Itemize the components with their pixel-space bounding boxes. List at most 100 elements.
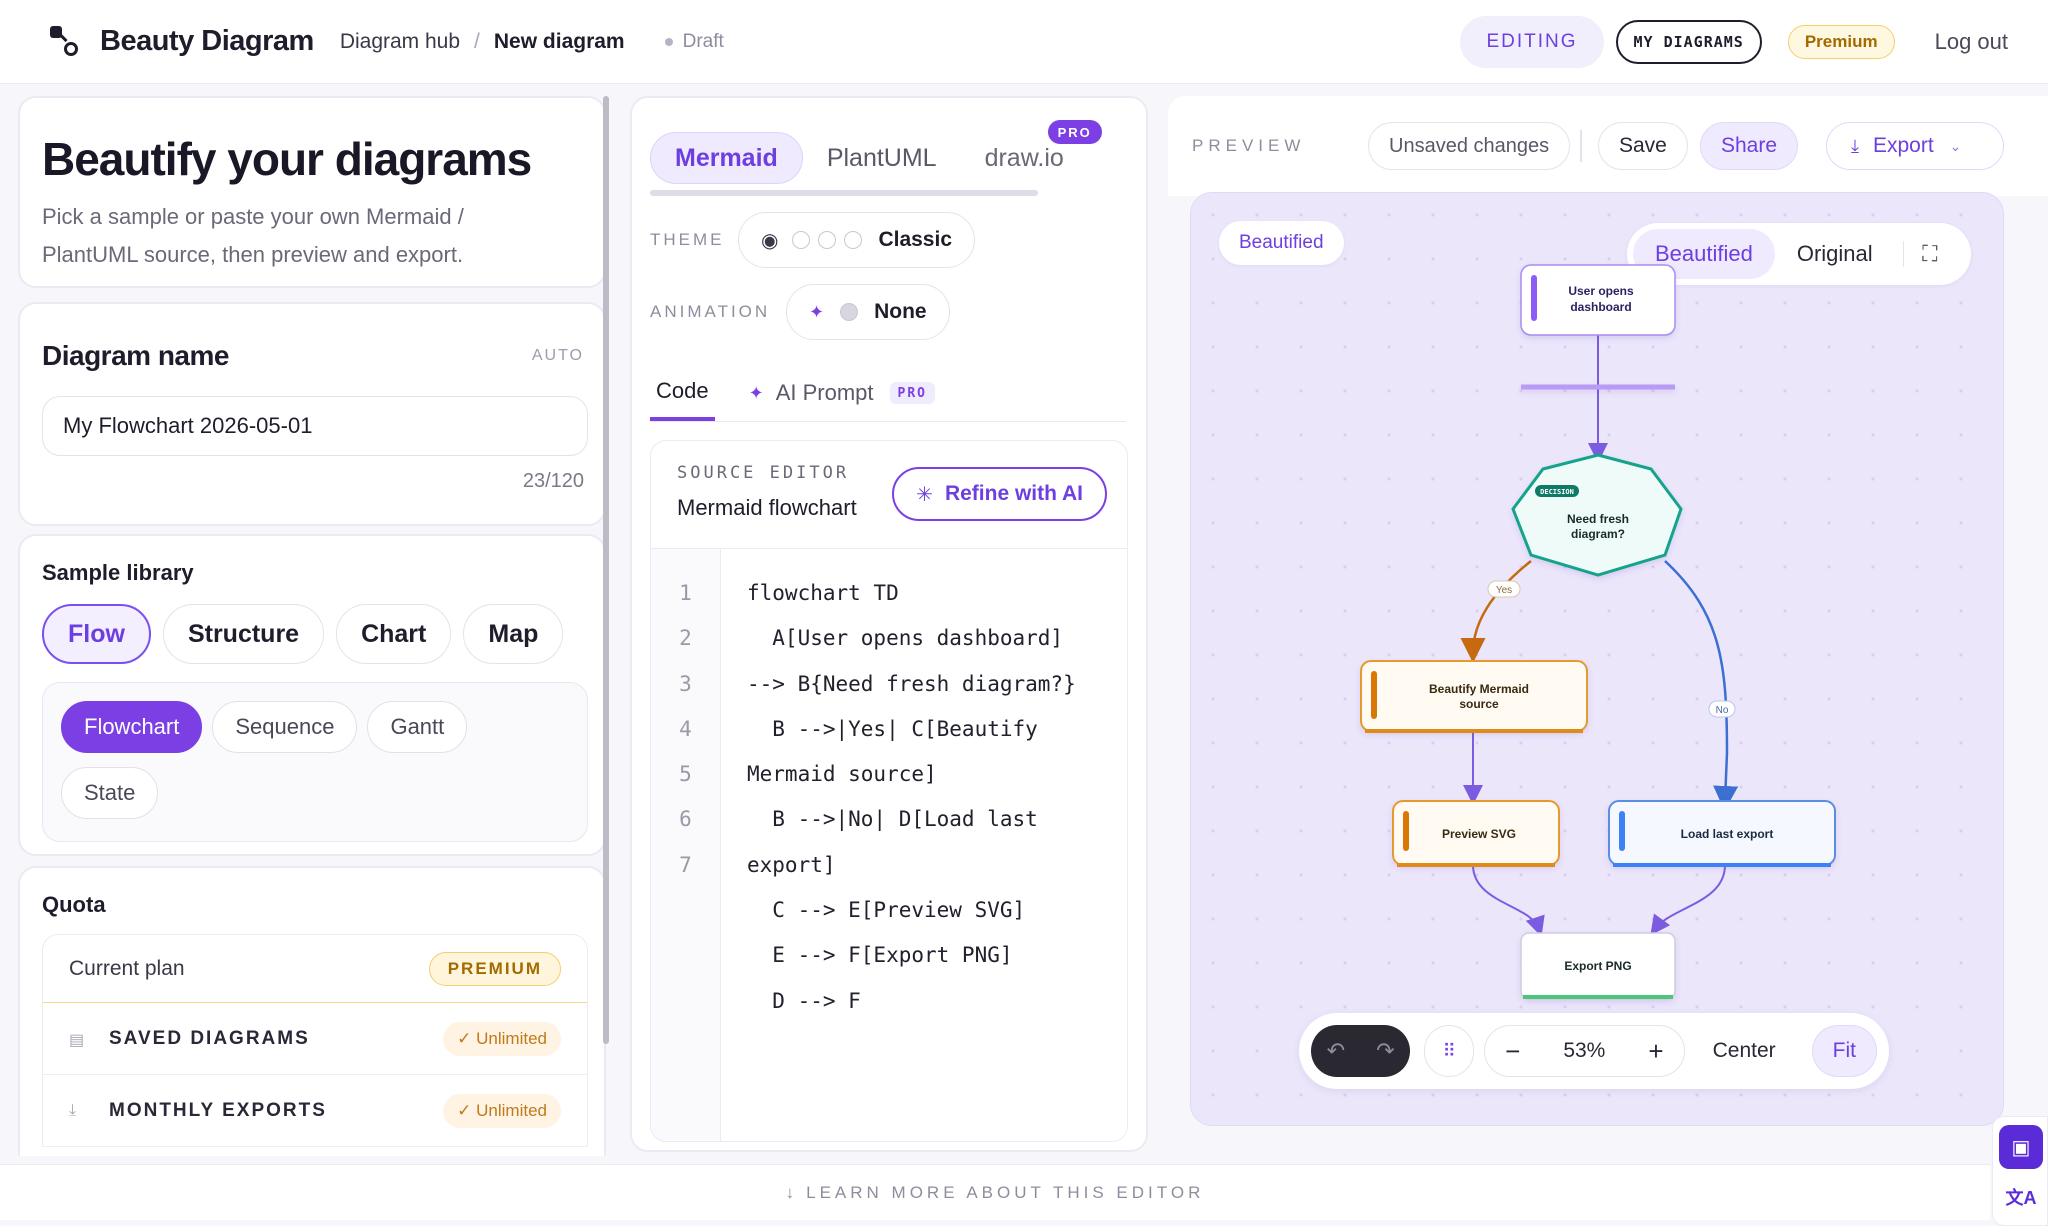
quota-row: ▤ SAVED DIAGRAMS ✓ Unlimited (43, 1003, 587, 1075)
save-button[interactable]: Save (1598, 122, 1688, 170)
breadcrumb-current: New diagram (493, 29, 625, 53)
line-number: 7 (679, 852, 692, 877)
code-line: --> B{Need fresh diagram?} (747, 671, 1076, 696)
page-description: Pick a sample or paste your own Mermaid … (42, 204, 464, 267)
sparkle-icon: ✦ (748, 382, 764, 403)
palette-icon: ◉ (761, 229, 779, 252)
fit-button[interactable]: Fit (1811, 1025, 1877, 1077)
sparkle-icon: ✦ (809, 301, 825, 322)
edge-label-yes: Yes (1496, 585, 1512, 596)
share-button[interactable]: Share (1700, 122, 1799, 170)
quota-row: ⤓ MONTHLY EXPORTS ✓ Unlimited (43, 1075, 587, 1147)
zoom-out-icon[interactable]: − (1505, 1036, 1520, 1067)
category-flow[interactable]: Flow (42, 604, 151, 664)
preview-canvas[interactable]: Beautified Beautified Original ⛶ Yes No (1190, 192, 2004, 1126)
intro-card: Beautify your diagrams Pick a sample or … (18, 96, 606, 288)
feedback-icon[interactable]: ▣ (1999, 1125, 2043, 1169)
node-b-line: Need fresh (1567, 512, 1629, 526)
tab-drawio[interactable]: draw.io PRO (961, 120, 1102, 184)
code-line: A[User opens dashboard] (747, 626, 1064, 651)
line-number: 5 (679, 762, 692, 787)
sample-state[interactable]: State (61, 767, 159, 819)
tab-ai-prompt[interactable]: ✦ AI Prompt PRO (743, 365, 941, 421)
animation-selector[interactable]: ✦ None (786, 284, 950, 340)
logo-icon (48, 24, 84, 60)
auto-label: AUTO (531, 347, 584, 364)
swatch-icon (844, 231, 863, 249)
code-line: export] (747, 852, 836, 877)
app-name[interactable]: Beauty Diagram (100, 25, 314, 58)
top-header: Beauty Diagram Diagram hub / New diagram… (0, 0, 2048, 84)
node-beautify-mermaid-source (1360, 660, 1588, 732)
export-button[interactable]: ⤓ Export ⌄ (1826, 122, 2004, 170)
document-icon: ▤ (69, 1031, 85, 1049)
edge-d-f (1650, 864, 1726, 936)
source-editor-kicker: SOURCE EDITOR (677, 463, 850, 483)
character-counter: 23/120 (522, 470, 584, 492)
breadcrumb-diagram-hub[interactable]: Diagram hub (340, 30, 460, 54)
quota-label: MONTHLY EXPORTS (109, 1099, 327, 1121)
current-plan-label: Current plan (69, 956, 185, 980)
swatch-icon (792, 231, 811, 249)
translate-icon[interactable]: 文A (1999, 1177, 2043, 1217)
preview-toolbar: PREVIEW Unsaved changes Save Share ⤓ Expo… (1168, 96, 2048, 196)
premium-badge: Premium (1787, 24, 1895, 59)
sample-gantt[interactable]: Gantt (367, 701, 468, 753)
learn-more-label: LEARN MORE ABOUT THIS EDITOR (806, 1182, 1205, 1202)
category-map[interactable]: Map (463, 604, 564, 664)
left-scrollbar[interactable] (603, 96, 609, 1044)
breadcrumb-separator: / (474, 29, 480, 53)
zoom-in-icon[interactable]: + (1648, 1036, 1663, 1067)
quota-title: Quota (42, 892, 106, 917)
redo-icon[interactable]: ↷ (1376, 1038, 1394, 1064)
line-number: 6 (679, 807, 692, 832)
diagram-name-title: Diagram name (42, 340, 229, 371)
sample-type-list: Flowchart Sequence Gantt State (42, 682, 588, 842)
download-icon: ⤓ (69, 1101, 77, 1119)
sample-flowchart[interactable]: Flowchart (61, 701, 203, 753)
unsaved-changes-indicator: Unsaved changes (1368, 122, 1571, 170)
zoom-level: 53% (1563, 1039, 1606, 1062)
logout-link[interactable]: Log out (1935, 29, 2008, 55)
code-line: D --> F (747, 988, 861, 1013)
arrow-down-icon: ↓ (785, 1182, 799, 1202)
quota-value: ✓ Unlimited (443, 1021, 561, 1056)
tabs-scrollbar[interactable] (650, 190, 1038, 196)
theme-selector[interactable]: ◉ Classic (738, 212, 976, 268)
swatch-icon (840, 303, 859, 321)
grid-toggle-icon[interactable]: ⠿ (1424, 1025, 1475, 1077)
category-structure[interactable]: Structure (162, 604, 325, 664)
my-diagrams-button[interactable]: MY DIAGRAMS (1615, 19, 1762, 64)
pro-badge: PRO (889, 382, 935, 404)
edge-e-f (1472, 864, 1545, 937)
center-button[interactable]: Center (1713, 1039, 1776, 1063)
node-a-line: dashboard (1570, 300, 1631, 314)
editor-panel: Mermaid PlantUML draw.io PRO THEME ◉ Clas… (630, 96, 1148, 1152)
learn-more-footer[interactable]: ↓ LEARN MORE ABOUT THIS EDITOR (0, 1164, 1990, 1220)
tab-mermaid[interactable]: Mermaid (650, 132, 803, 184)
tab-code[interactable]: Code (650, 365, 715, 421)
zoom-toolbar: ↶ ↷ ⠿ − 53% + Center Fit (1299, 1013, 1889, 1089)
code-line: C --> E[Preview SVG] (747, 898, 1026, 923)
source-editor-title: Mermaid flowchart (677, 495, 857, 520)
code-textarea[interactable]: flowchart TD A[User opens dashboard] -->… (721, 549, 1127, 1141)
node-c-line: source (1459, 697, 1499, 711)
download-icon: ⤓ (1851, 135, 1859, 156)
loader-icon: ✳ (916, 483, 933, 506)
undo-icon[interactable]: ↶ (1327, 1038, 1345, 1064)
line-number: 2 (679, 626, 692, 651)
edge-b-d-no (1664, 560, 1739, 811)
diagram-name-input[interactable]: My Flowchart 2026-05-01 (42, 396, 588, 456)
tab-plantuml[interactable]: PlantUML (803, 132, 961, 184)
sample-sequence[interactable]: Sequence (212, 701, 358, 753)
line-number: 3 (679, 671, 692, 696)
undo-redo-group: ↶ ↷ (1311, 1025, 1411, 1077)
status-dot-icon (664, 37, 673, 46)
refine-with-ai-button[interactable]: ✳ Refine with AI (892, 467, 1107, 521)
theme-label: THEME (650, 230, 725, 249)
node-b-line: diagram? (1571, 527, 1625, 541)
quota-card: Quota Current plan PREMIUM ▤ SAVED DIAGRA… (18, 866, 606, 1156)
source-editor: SOURCE EDITOR Mermaid flowchart ✳ Refine … (650, 440, 1128, 1142)
category-chart[interactable]: Chart (336, 604, 452, 664)
node-f-label: Export PNG (1564, 959, 1631, 973)
